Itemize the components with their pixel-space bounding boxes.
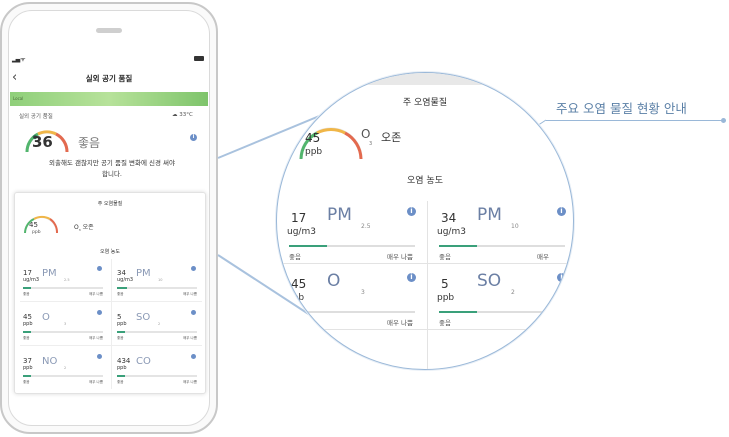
zoom-pollutant-symbol: SO — [477, 271, 502, 291]
zoom-pollutant-symbol: PM — [327, 205, 352, 225]
zoom-level-bar-fill — [439, 311, 477, 313]
zoom-pollutant-subscript: 10 — [511, 223, 519, 230]
zoom-level-low-label: 좋음 — [289, 253, 301, 261]
zoom-level-bar-fill — [289, 245, 327, 247]
zoom-pollutant-symbol: O — [327, 271, 341, 291]
info-icon[interactable]: i — [557, 273, 566, 282]
info-icon[interactable]: i — [557, 207, 566, 216]
zoom-level-bar — [439, 245, 565, 247]
zoom-main-pollutant-subscript: 3 — [369, 141, 373, 147]
zoom-level-bar — [289, 245, 415, 247]
zoom-level-high-label: 매우 나쁨 — [387, 319, 413, 327]
zoom-pollutant-value: 17 — [291, 211, 307, 225]
zoom-pollutant-subscript: 2 — [511, 289, 515, 296]
zoom-row-divider — [277, 263, 573, 264]
zoom-concentration-title: 오염 농도 — [407, 176, 443, 186]
zoom-level-high-label: 매우 — [537, 253, 549, 261]
zoom-magnifier: 주 오염물질 45 ppb O 3 오존 오염 농도 17 ug/m3 PM 2.5 i… — [276, 72, 574, 370]
zoom-main-pollutant: 45 ppb O 3 오존 — [299, 123, 451, 163]
zoom-pollutant-cell: 5 ppb SO 2 i 좋음 — [427, 269, 573, 327]
info-icon[interactable]: i — [407, 273, 416, 282]
zoom-main-pollutant-name: 오존 — [381, 131, 402, 144]
zoom-level-bar-fill — [439, 245, 477, 247]
zoom-level-low-label: 좋음 — [439, 253, 451, 261]
zoom-level-high-label: 매우 나쁨 — [387, 253, 413, 261]
zoom-level-bar — [289, 311, 415, 313]
zoom-pollutant-subscript: 3 — [361, 289, 365, 296]
callout-line — [546, 120, 726, 121]
zoom-level-bar — [439, 311, 565, 313]
callout-dot — [721, 118, 726, 123]
zoom-main-pollutant-unit: ppb — [305, 147, 323, 157]
zoom-main-pollutant-value: 45 — [305, 131, 321, 145]
magnifier-top-band — [277, 73, 573, 85]
zoom-pollutant-value: 45 — [291, 277, 307, 291]
zoom-pollutant-unit: ppb — [437, 293, 455, 303]
info-icon[interactable]: i — [407, 207, 416, 216]
zoom-pollutant-value: 34 — [441, 211, 457, 225]
zoom-row-divider — [277, 329, 573, 330]
zoom-level-low-label: 좋음 — [439, 319, 451, 327]
zoom-pollutant-value: 5 — [441, 277, 449, 291]
zoom-pollutant-symbol: PM — [477, 205, 502, 225]
zoom-pollutant-cell: 34 ug/m3 PM 10 i 좋음 매우 — [427, 203, 573, 261]
zoom-pollutant-cell: 17 ug/m3 PM 2.5 i 좋음 매우 나쁨 — [277, 203, 427, 261]
zoom-pollutant-cell: 45 ppb O 3 i 매우 나쁨 — [277, 269, 427, 327]
zoom-pollutant-unit: ug/m3 — [437, 227, 466, 237]
zoom-main-pollutant-title: 주 오염물질 — [402, 98, 448, 108]
callout-label: 주요 오염 물질 현황 안내 — [556, 101, 687, 116]
zoom-pollutant-unit: ug/m3 — [287, 227, 316, 237]
zoom-pollutant-unit: ppb — [287, 293, 305, 303]
zoom-main-pollutant-symbol: O — [361, 127, 371, 141]
zoom-pollutant-subscript: 2.5 — [361, 223, 371, 230]
